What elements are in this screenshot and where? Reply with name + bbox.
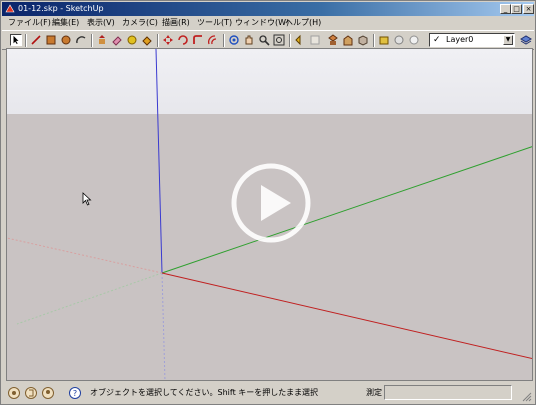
measurements-label: 測定 (366, 388, 382, 397)
mouse-cursor-icon (82, 192, 92, 206)
red-axis-positive (161, 272, 532, 360)
toolbar-separator (373, 34, 375, 47)
move-icon[interactable] (162, 34, 174, 46)
arc-icon[interactable] (75, 34, 87, 46)
push-pull-icon[interactable] (96, 34, 108, 46)
blue-axis-positive (155, 49, 163, 274)
tape-icon[interactable] (126, 34, 138, 46)
iso-view-icon[interactable] (357, 34, 369, 46)
top-view-icon[interactable] (327, 34, 339, 46)
main-toolbar: ✓ Layer0 ▼ (2, 30, 534, 50)
toolbar-separator (91, 34, 93, 47)
maximize-button[interactable]: □ (511, 4, 522, 14)
credits-icon[interactable] (24, 386, 38, 400)
eraser-icon[interactable] (111, 34, 123, 46)
layers-icon[interactable] (520, 34, 532, 46)
zoom-extents-icon[interactable] (273, 34, 285, 46)
orbit-icon[interactable] (228, 34, 240, 46)
green-axis-positive (161, 146, 532, 274)
circle-icon[interactable] (60, 34, 72, 46)
materials-icon[interactable] (393, 34, 405, 46)
layer-dropdown[interactable]: ✓ Layer0 ▼ (429, 33, 515, 47)
toolbar-separator (223, 34, 225, 47)
toolbar-separator (157, 34, 159, 47)
styles-icon[interactable] (408, 34, 420, 46)
svg-text:?: ? (73, 389, 77, 398)
menu-bar: ファイル(F) 編集(E) 表示(V) カメラ(C) 描画(R) ツール(T) … (2, 16, 534, 30)
chevron-down-icon[interactable]: ▼ (503, 35, 513, 45)
menu-draw[interactable]: 描画(R) (162, 17, 190, 29)
help-icon[interactable]: ? (68, 386, 82, 400)
geo-location-icon[interactable] (7, 386, 21, 400)
sketchup-window: 01-12.skp - SketchUp _ □ × ファイル(F) 編集(E)… (0, 0, 536, 405)
measurements-field[interactable] (384, 385, 512, 400)
rectangle-icon[interactable] (45, 34, 57, 46)
menu-camera[interactable]: カメラ(C) (122, 17, 158, 29)
menu-tools[interactable]: ツール(T) (197, 17, 232, 29)
front-view-icon[interactable] (342, 34, 354, 46)
toolbar-separator (25, 34, 27, 47)
check-icon: ✓ (433, 35, 441, 45)
sign-in-icon[interactable] (41, 386, 55, 400)
toolbar-separator (289, 34, 291, 47)
offset-icon[interactable] (207, 34, 219, 46)
menu-file[interactable]: ファイル(F) (8, 17, 51, 29)
status-message: オブジェクトを選択してください。Shift キーを押したまま選択 (90, 388, 319, 397)
menu-view[interactable]: 表示(V) (87, 17, 115, 29)
minimize-button[interactable]: _ (500, 4, 511, 14)
menu-window[interactable]: ウィンドウ(W) (235, 17, 289, 29)
follow-me-icon[interactable] (192, 34, 204, 46)
menu-help[interactable]: ヘルプ(H) (285, 17, 321, 29)
line-icon[interactable] (30, 34, 42, 46)
components-icon[interactable] (378, 34, 390, 46)
status-bar: ? オブジェクトを選択してください。Shift キーを押したまま選択 測定 (2, 382, 534, 404)
zoom-icon[interactable] (258, 34, 270, 46)
red-axis-negative (7, 237, 163, 274)
play-icon[interactable] (231, 163, 311, 243)
rotate-icon[interactable] (177, 34, 189, 46)
paint-icon[interactable] (141, 34, 153, 46)
green-axis-negative (16, 272, 163, 325)
menu-edit[interactable]: 編集(E) (52, 17, 79, 29)
resize-grip-icon[interactable] (520, 390, 532, 402)
next-view-icon (310, 35, 320, 45)
sketchup-app-icon (5, 4, 15, 13)
window-title: 01-12.skp - SketchUp (18, 4, 104, 13)
drawing-viewport[interactable] (6, 48, 533, 381)
select-icon[interactable] (10, 34, 22, 46)
pan-icon[interactable] (243, 34, 255, 46)
title-bar[interactable]: 01-12.skp - SketchUp _ □ × (2, 2, 534, 16)
close-button[interactable]: × (523, 4, 534, 14)
previous-view-icon[interactable] (294, 34, 306, 46)
layer-value: Layer0 (446, 35, 474, 44)
blue-axis-negative (161, 272, 166, 380)
